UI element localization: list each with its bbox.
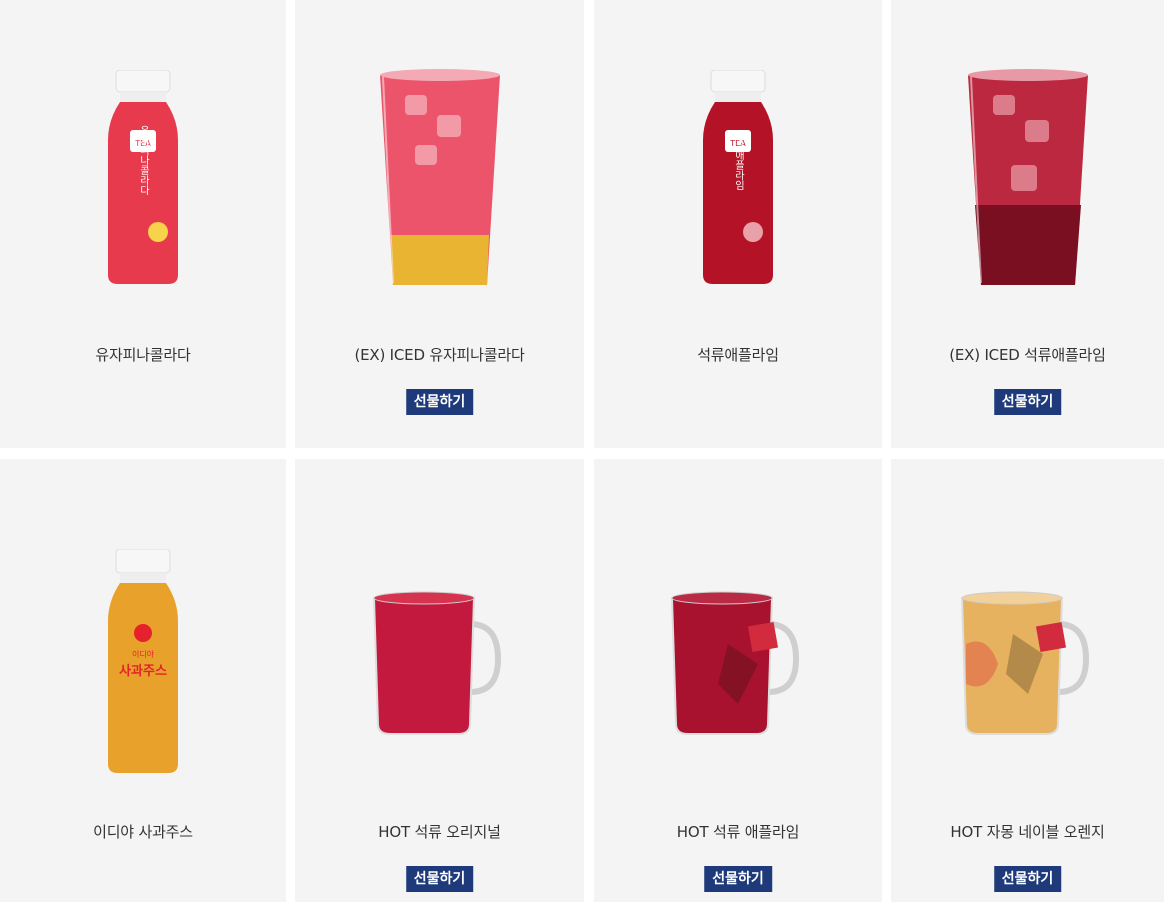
product-name[interactable]: HOT 석류 오리지널 [295, 821, 584, 842]
product-image[interactable] [891, 544, 1164, 784]
product-image[interactable]: TEA 유자피나콜라다 [0, 60, 286, 300]
product-card[interactable]: HOT 석류 오리지널 선물하기 [295, 459, 584, 902]
svg-text:유자피나콜라다: 유자피나콜라다 [138, 125, 150, 196]
product-name[interactable]: (EX) ICED 유자피나콜라다 [295, 344, 584, 365]
svg-text:사과주스: 사과주스 [119, 663, 167, 679]
product-card[interactable]: TEA 유자피나콜라다 유자피나콜라다 [0, 0, 286, 448]
product-grid: TEA 유자피나콜라다 유자피나콜라다 (EX) ICED 유자피나콜라다 선물… [0, 0, 1164, 902]
product-card[interactable]: HOT 자몽 네이블 오렌지 선물하기 [891, 459, 1164, 902]
product-name[interactable]: HOT 석류 애플라임 [594, 821, 882, 842]
product-name[interactable]: 유자피나콜라다 [0, 344, 286, 365]
product-card[interactable]: TEA 석류애플라임 석류애플라임 [594, 0, 882, 448]
juice-brand: 이디야 [132, 649, 155, 659]
product-image[interactable] [594, 544, 882, 784]
product-card[interactable]: HOT 석류 애플라임 선물하기 [594, 459, 882, 902]
gift-button[interactable]: 선물하기 [405, 389, 474, 415]
product-name[interactable]: 석류애플라임 [594, 344, 882, 365]
product-image[interactable]: TEA 석류애플라임 [594, 60, 882, 300]
product-name[interactable]: (EX) ICED 석류애플라임 [891, 344, 1164, 365]
product-card[interactable]: (EX) ICED 석류애플라임 선물하기 [891, 0, 1164, 448]
product-name[interactable]: HOT 자몽 네이블 오렌지 [891, 821, 1164, 842]
gift-button[interactable]: 선물하기 [704, 866, 772, 892]
gift-button[interactable]: 선물하기 [993, 866, 1062, 892]
product-image[interactable]: 이디야 사과주스 [0, 544, 286, 784]
product-image[interactable] [295, 544, 584, 784]
product-card[interactable]: 이디야 사과주스 이디야 사과주스 [0, 459, 286, 902]
gift-button[interactable]: 선물하기 [405, 866, 474, 892]
product-image[interactable] [891, 60, 1164, 300]
gift-button[interactable]: 선물하기 [993, 389, 1062, 415]
svg-text:석류애플라임: 석류애플라임 [733, 130, 745, 190]
product-card[interactable]: (EX) ICED 유자피나콜라다 선물하기 [295, 0, 584, 448]
product-name[interactable]: 이디야 사과주스 [0, 821, 286, 842]
product-image[interactable] [295, 60, 584, 300]
